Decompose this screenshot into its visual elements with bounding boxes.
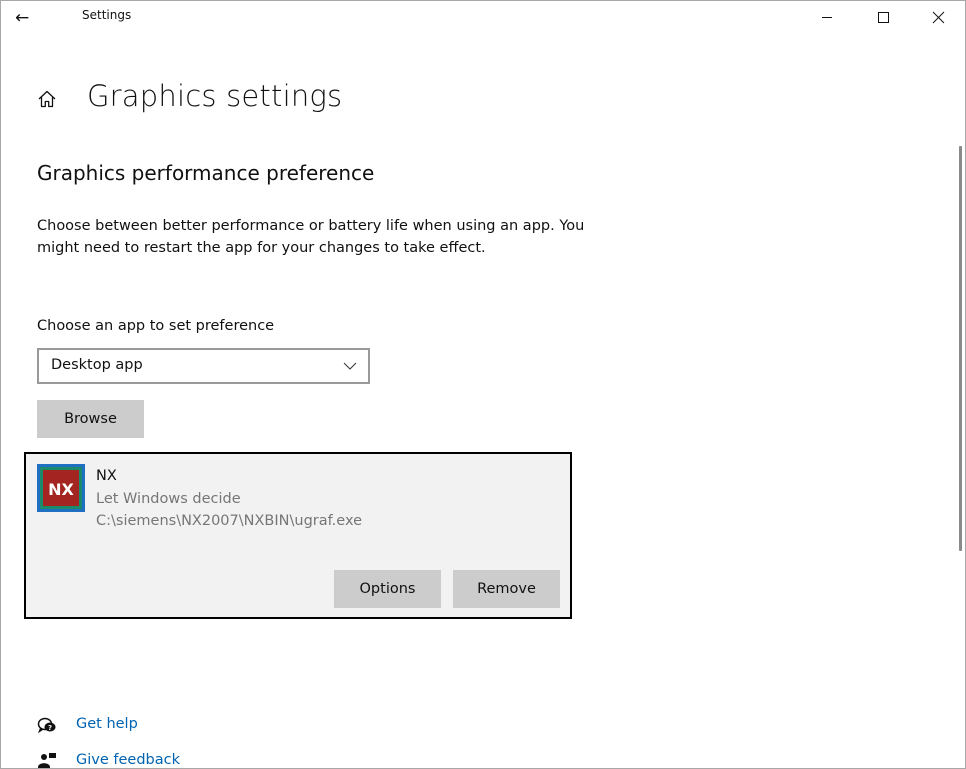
title-bar: ← Settings [1, 1, 965, 33]
nx-icon-text: NX [48, 480, 74, 499]
page-title: Graphics settings [87, 79, 343, 113]
browse-button[interactable]: Browse [37, 400, 144, 438]
minimize-icon [822, 17, 832, 18]
get-help-label: Get help [76, 716, 138, 732]
svg-text:?: ? [48, 724, 52, 732]
give-feedback-label: Give feedback [76, 752, 180, 768]
window-title: Settings [82, 8, 132, 22]
section-title: Graphics performance preference [37, 161, 375, 185]
help-chat-icon: ? [37, 717, 56, 734]
section-description: Choose between better performance or bat… [37, 218, 585, 256]
app-picker-label: Choose an app to set preference [37, 318, 275, 334]
dropdown-selected-value: Desktop app [51, 357, 143, 373]
remove-button[interactable]: Remove [453, 570, 560, 608]
vertical-scrollbar[interactable] [959, 146, 962, 551]
minimize-button[interactable] [804, 1, 850, 33]
app-list-item[interactable]: NX NX Let Windows decide C:\siemens\NX20… [24, 452, 572, 619]
close-icon [932, 11, 945, 24]
app-path: C:\siemens\NX2007\NXBIN\ugraf.exe [96, 513, 362, 529]
maximize-icon [878, 12, 889, 23]
chevron-down-icon [343, 362, 357, 370]
app-preference: Let Windows decide [96, 491, 241, 507]
options-button[interactable]: Options [334, 570, 441, 608]
settings-window: ← Settings Graphics settings Graphics pe… [0, 0, 966, 769]
nx-app-icon: NX [37, 464, 85, 512]
back-arrow-icon[interactable]: ← [15, 5, 55, 31]
maximize-button[interactable] [861, 1, 907, 33]
app-type-dropdown[interactable]: Desktop app [37, 348, 370, 384]
home-icon[interactable] [37, 89, 57, 109]
feedback-person-icon [38, 753, 56, 768]
close-button[interactable] [916, 1, 962, 33]
app-name: NX [96, 468, 117, 484]
